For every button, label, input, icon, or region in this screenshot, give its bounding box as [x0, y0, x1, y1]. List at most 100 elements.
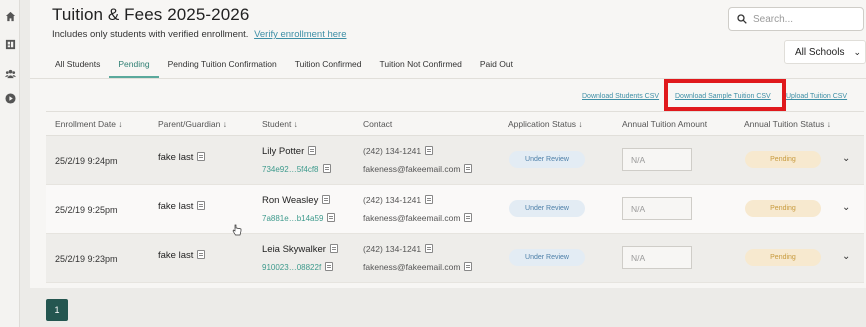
play-icon[interactable]	[4, 92, 16, 104]
dashboard-icon[interactable]	[4, 38, 16, 50]
contact-email-text: fakeness@fakeemail.com	[363, 213, 461, 223]
student-name: Lily Potter	[262, 146, 317, 157]
student-id-text[interactable]: 734e92…5f4cf8	[262, 165, 319, 174]
parent-name-text: fake last	[158, 152, 194, 163]
users-icon[interactable]	[4, 67, 16, 79]
school-select[interactable]: All Schools ⌄	[784, 40, 866, 64]
copy-icon[interactable]	[322, 195, 331, 204]
highlight-annotation-box	[664, 79, 786, 111]
table-header: Enrollment Date ↓ Parent/Guardian ↓ Stud…	[46, 111, 864, 136]
copy-icon[interactable]	[464, 262, 473, 271]
table-row[interactable]: 25/2/19 9:25pm fake last Ron Weasley 7a8…	[46, 185, 864, 234]
copy-icon[interactable]	[308, 146, 317, 155]
parent-name: fake last	[158, 152, 206, 163]
contact-email-text: fakeness@fakeemail.com	[363, 164, 461, 174]
student-name-text: Ron Weasley	[262, 195, 319, 206]
main-panel: Tuition & Fees 2025-2026 Includes only s…	[30, 0, 866, 327]
parent-name: fake last	[158, 250, 206, 261]
page-subtitle: Includes only students with verified enr…	[52, 29, 347, 40]
search-input[interactable]	[753, 13, 853, 25]
contact-phone-text: (242) 134-1241	[363, 195, 422, 205]
copy-icon[interactable]	[425, 146, 434, 155]
header-parent-guardian[interactable]: Parent/Guardian ↓	[158, 119, 227, 129]
copy-icon[interactable]	[197, 152, 206, 161]
header-contact: Contact	[363, 119, 393, 129]
copy-icon[interactable]	[464, 164, 473, 173]
student-id: 910023…08822f	[262, 262, 334, 272]
contact-email: fakeness@fakeemail.com	[363, 164, 473, 174]
table-row[interactable]: 25/2/19 9:23pm fake last Leia Skywalker …	[46, 234, 864, 283]
page-button[interactable]: 1	[46, 299, 68, 321]
tab-pending-tuition-confirmation[interactable]: Pending Tuition Confirmation	[159, 54, 286, 78]
school-select-value: All Schools	[795, 46, 845, 58]
student-name-text: Lily Potter	[262, 146, 305, 157]
parent-name: fake last	[158, 201, 206, 212]
home-icon[interactable]	[4, 10, 16, 22]
enrollment-date: 25/2/19 9:24pm	[55, 156, 118, 166]
application-status-badge: Under Review	[509, 151, 585, 168]
enrollment-date: 25/2/19 9:23pm	[55, 254, 118, 264]
chevron-down-icon: ⌄	[853, 47, 861, 57]
contact-phone-text: (242) 134-1241	[363, 244, 422, 254]
upload-tuition-csv-link[interactable]: Upload Tuition CSV	[786, 93, 847, 100]
tuition-table: Enrollment Date ↓ Parent/Guardian ↓ Stud…	[46, 111, 864, 283]
verify-enrollment-link[interactable]: Verify enrollment here	[254, 29, 346, 40]
tuition-status-badge: Pending	[745, 200, 821, 217]
enrollment-date: 25/2/19 9:25pm	[55, 205, 118, 215]
contact-phone: (242) 134-1241	[363, 146, 434, 156]
tab-tuition-not-confirmed[interactable]: Tuition Not Confirmed	[371, 54, 471, 78]
tab-pending[interactable]: Pending	[109, 54, 159, 78]
student-id: 734e92…5f4cf8	[262, 164, 331, 174]
tuition-status-badge: Pending	[745, 249, 821, 266]
header-annual-tuition-status[interactable]: Annual Tuition Status ↓	[744, 119, 831, 129]
header-student[interactable]: Student ↓	[262, 119, 298, 129]
header-enrollment-date[interactable]: Enrollment Date ↓	[55, 119, 123, 129]
page-title: Tuition & Fees 2025-2026	[52, 5, 250, 24]
application-status-badge: Under Review	[509, 200, 585, 217]
contact-phone-text: (242) 134-1241	[363, 146, 422, 156]
copy-icon[interactable]	[464, 213, 473, 222]
contact-email: fakeness@fakeemail.com	[363, 262, 473, 272]
student-name: Ron Weasley	[262, 195, 331, 206]
tuition-amount-input[interactable]: N/A	[622, 148, 692, 171]
copy-icon[interactable]	[197, 250, 206, 259]
student-id-text[interactable]: 7a881e…b14a59	[262, 214, 323, 223]
student-id-text[interactable]: 910023…08822f	[262, 263, 321, 272]
tuition-amount-input[interactable]: N/A	[622, 246, 692, 269]
contact-phone: (242) 134-1241	[363, 244, 434, 254]
copy-icon[interactable]	[327, 213, 336, 222]
copy-icon[interactable]	[197, 201, 206, 210]
expand-row-chevron-icon[interactable]: ⌄	[842, 251, 850, 262]
download-students-csv-link[interactable]: Download Students CSV	[582, 93, 659, 100]
copy-icon[interactable]	[322, 164, 331, 173]
search-icon	[737, 14, 747, 24]
student-id: 7a881e…b14a59	[262, 213, 336, 223]
expand-row-chevron-icon[interactable]: ⌄	[842, 202, 850, 213]
application-status-badge: Under Review	[509, 249, 585, 266]
copy-icon[interactable]	[425, 244, 434, 253]
contact-email: fakeness@fakeemail.com	[363, 213, 473, 223]
table-row[interactable]: 25/2/19 9:24pm fake last Lily Potter 734…	[46, 136, 864, 185]
copy-icon[interactable]	[329, 244, 338, 253]
tuition-amount-input[interactable]: N/A	[622, 197, 692, 220]
subtitle-text: Includes only students with verified enr…	[52, 29, 249, 40]
tab-all-students[interactable]: All Students	[46, 54, 109, 78]
tuition-status-badge: Pending	[745, 151, 821, 168]
contact-email-text: fakeness@fakeemail.com	[363, 262, 461, 272]
pagination-bar: 1	[30, 288, 866, 327]
status-tabs: All Students Pending Pending Tuition Con…	[46, 54, 522, 78]
left-rail	[0, 0, 20, 327]
copy-icon[interactable]	[425, 195, 434, 204]
parent-name-text: fake last	[158, 250, 194, 261]
contact-phone: (242) 134-1241	[363, 195, 434, 205]
header-application-status[interactable]: Application Status ↓	[508, 119, 583, 129]
expand-row-chevron-icon[interactable]: ⌄	[842, 153, 850, 164]
search-box[interactable]	[728, 7, 864, 31]
student-name: Leia Skywalker	[262, 244, 338, 255]
tab-tuition-confirmed[interactable]: Tuition Confirmed	[286, 54, 371, 78]
tab-paid-out[interactable]: Paid Out	[471, 54, 522, 78]
copy-icon[interactable]	[325, 262, 334, 271]
parent-name-text: fake last	[158, 201, 194, 212]
header-annual-tuition-amount: Annual Tuition Amount	[622, 119, 708, 129]
student-name-text: Leia Skywalker	[262, 244, 326, 255]
